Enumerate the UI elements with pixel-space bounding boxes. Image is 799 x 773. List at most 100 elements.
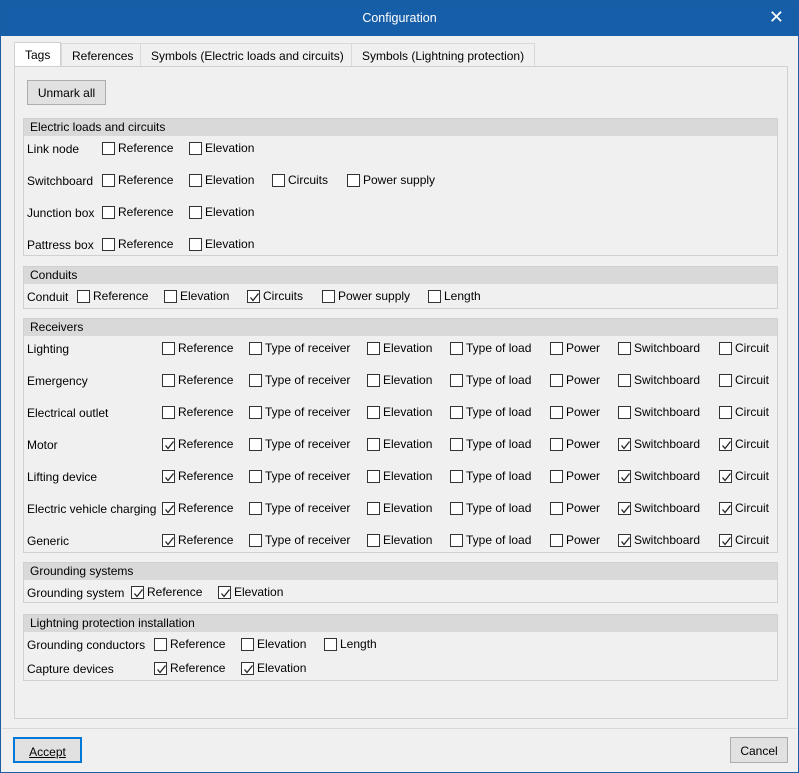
checkbox-box[interactable] <box>154 662 167 675</box>
checkbox-label: Elevation <box>205 141 255 155</box>
checkbox-label: Reference <box>178 501 234 515</box>
checkbox-box[interactable] <box>450 342 463 355</box>
checkbox-box[interactable] <box>249 342 262 355</box>
checkbox-box[interactable] <box>367 438 380 451</box>
checkbox-box[interactable] <box>550 342 563 355</box>
checkbox-box[interactable] <box>719 374 732 387</box>
checkbox-box[interactable] <box>189 174 202 187</box>
checkbox-box[interactable] <box>719 534 732 547</box>
checkbox-box[interactable] <box>249 406 262 419</box>
checkbox-box[interactable] <box>618 406 631 419</box>
checkbox-box[interactable] <box>719 406 732 419</box>
checkbox-label: Type of load <box>466 437 532 451</box>
checkbox-box[interactable] <box>450 534 463 547</box>
checkbox-box[interactable] <box>102 238 115 251</box>
checkbox-box[interactable] <box>241 662 254 675</box>
checkbox-box[interactable] <box>367 374 380 387</box>
checkbox-label: Type of load <box>466 405 532 419</box>
checkbox-box[interactable] <box>618 502 631 515</box>
checkbox-label: Power <box>566 341 601 355</box>
checkbox-box[interactable] <box>450 438 463 451</box>
checkbox-box[interactable] <box>241 638 254 651</box>
checkbox-box[interactable] <box>249 534 262 547</box>
checkbox-label: Power <box>566 437 601 451</box>
checkbox-box[interactable] <box>550 438 563 451</box>
checkbox-box[interactable] <box>618 374 631 387</box>
checkbox-box[interactable] <box>249 502 262 515</box>
checkbox-box[interactable] <box>102 174 115 187</box>
checkbox-box[interactable] <box>249 438 262 451</box>
checkbox-box[interactable] <box>618 470 631 483</box>
checkbox-label: Reference <box>178 405 234 419</box>
checkbox-box[interactable] <box>154 638 167 651</box>
checkbox-box[interactable] <box>367 406 380 419</box>
tab-symbols-lightning[interactable]: Symbols (Lightning protection) <box>351 43 536 66</box>
checkbox-box[interactable] <box>550 374 563 387</box>
checkbox-label: Elevation <box>257 661 307 675</box>
checkbox-label: Switchboard <box>634 533 701 547</box>
checkbox-label: Circuit <box>735 373 770 387</box>
checkbox-box[interactable] <box>450 406 463 419</box>
checkbox-box[interactable] <box>347 174 360 187</box>
checkbox-box[interactable] <box>719 438 732 451</box>
checkbox-box[interactable] <box>247 290 260 303</box>
checkbox-box[interactable] <box>367 342 380 355</box>
checkbox-box[interactable] <box>102 142 115 155</box>
cancel-button[interactable]: Cancel <box>730 737 788 763</box>
checkbox-box[interactable] <box>322 290 335 303</box>
checkbox-box[interactable] <box>162 502 175 515</box>
checkbox-label: Switchboard <box>634 437 701 451</box>
checkbox-box[interactable] <box>189 206 202 219</box>
checkbox-box[interactable] <box>131 586 144 599</box>
unmark-all-button[interactable]: Unmark all <box>27 80 106 105</box>
checkbox-box[interactable] <box>719 470 732 483</box>
row-label: Pattress box <box>27 238 94 252</box>
checkbox-box[interactable] <box>550 502 563 515</box>
tab-tags[interactable]: Tags <box>14 42 62 67</box>
checkbox-box[interactable] <box>162 534 175 547</box>
checkbox-box[interactable] <box>189 238 202 251</box>
checkbox-box[interactable] <box>162 374 175 387</box>
checkbox-box[interactable] <box>618 438 631 451</box>
accept-button[interactable]: Accept <box>13 737 82 763</box>
checkbox-box[interactable] <box>550 534 563 547</box>
checkbox-box[interactable] <box>164 290 177 303</box>
checkbox-label: Length <box>340 637 377 651</box>
tab-references[interactable]: References <box>61 43 145 66</box>
checkbox-box[interactable] <box>272 174 285 187</box>
checkbox-box[interactable] <box>450 470 463 483</box>
checkbox-label: Power supply <box>363 173 436 187</box>
close-icon[interactable]: ✕ <box>769 7 784 28</box>
checkbox-box[interactable] <box>218 586 231 599</box>
checkbox-label: Reference <box>178 533 234 547</box>
checkbox-box[interactable] <box>428 290 441 303</box>
checkbox-box[interactable] <box>550 406 563 419</box>
checkbox-box[interactable] <box>102 206 115 219</box>
checkbox-label: Elevation <box>383 469 433 483</box>
checkbox-box[interactable] <box>162 470 175 483</box>
row-label: Emergency <box>27 374 88 388</box>
checkbox-box[interactable] <box>550 470 563 483</box>
checkbox-box[interactable] <box>324 638 337 651</box>
checkbox-box[interactable] <box>249 470 262 483</box>
checkbox-box[interactable] <box>367 470 380 483</box>
checkbox-box[interactable] <box>719 502 732 515</box>
checkbox-box[interactable] <box>618 534 631 547</box>
checkbox-box[interactable] <box>162 342 175 355</box>
section-grounding-systems: Grounding systems Grounding system Referen… <box>23 562 778 603</box>
checkbox-box[interactable] <box>367 502 380 515</box>
checkbox-box[interactable] <box>618 342 631 355</box>
checkbox-box[interactable] <box>450 374 463 387</box>
checkbox-label: Type of receiver <box>265 469 351 483</box>
checkbox-box[interactable] <box>367 534 380 547</box>
checkbox-box[interactable] <box>450 502 463 515</box>
checkbox-box[interactable] <box>162 438 175 451</box>
checkbox-label: Length <box>444 289 481 303</box>
checkbox-box[interactable] <box>162 406 175 419</box>
checkbox-box[interactable] <box>189 142 202 155</box>
checkbox-box[interactable] <box>249 374 262 387</box>
tab-symbols-electric[interactable]: Symbols (Electric loads and circuits) <box>140 43 355 66</box>
checkbox-box[interactable] <box>77 290 90 303</box>
checkbox-box[interactable] <box>719 342 732 355</box>
checkbox-label: Switchboard <box>634 341 701 355</box>
